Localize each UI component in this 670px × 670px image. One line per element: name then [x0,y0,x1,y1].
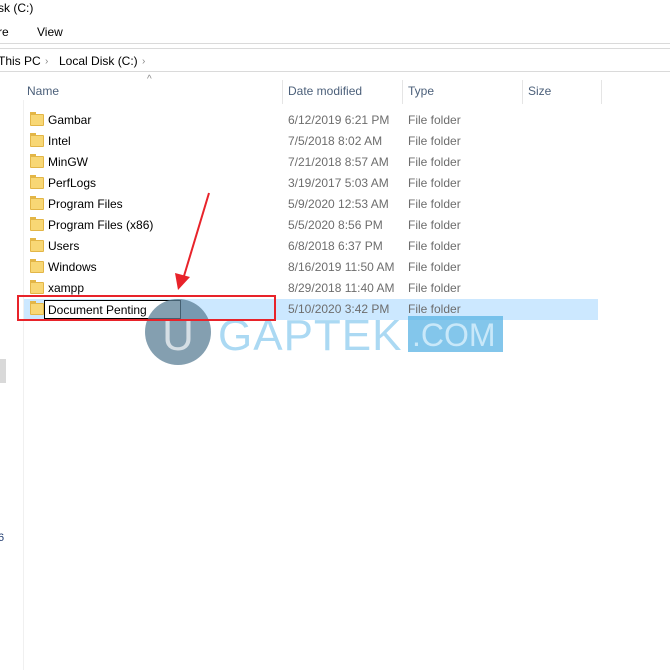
column-divider[interactable] [522,80,523,104]
file-name: xampp [48,281,85,295]
file-type: File folder [408,218,461,232]
annotation-layer: U GAPTEK .COM [17,192,503,365]
ribbon-tab-view[interactable]: View [37,25,63,39]
watermark-com: .COM [412,317,496,353]
file-date: 6/8/2018 6:37 PM [288,239,383,253]
file-name: Intel [48,134,71,148]
file-row[interactable]: Gambar 6/12/2019 6:21 PM File folder [24,110,598,131]
divider [0,48,670,49]
file-type: File folder [408,113,461,127]
watermark-com-box [408,316,503,352]
file-date: 8/29/2018 11:40 AM [288,281,395,295]
window-title: sk (C:) [0,1,34,15]
file-type: File folder [408,176,461,190]
chevron-right-icon[interactable]: › [142,56,145,67]
file-row[interactable]: Document Penting 5/10/2020 3:42 PM File fo… [24,299,598,320]
file-date: 3/19/2017 5:03 AM [288,176,389,190]
column-divider[interactable] [601,80,602,104]
file-date: 5/5/2020 8:56 PM [288,218,383,232]
file-type: File folder [408,155,461,169]
divider [0,43,670,44]
column-header-name[interactable]: Name [27,84,59,98]
rename-input[interactable]: Document Penting [44,300,181,319]
file-date: 7/5/2018 8:02 AM [288,134,383,148]
folder-icon [30,175,44,189]
file-type: File folder [408,260,461,274]
folder-icon [30,301,44,315]
sort-ascending-icon: ^ [147,74,152,85]
folder-icon [30,259,44,273]
file-name: PerfLogs [48,176,97,190]
file-date: 8/16/2019 11:50 AM [288,260,395,274]
column-header-type[interactable]: Type [408,84,434,98]
file-type: File folder [408,134,461,148]
chevron-right-icon[interactable]: › [45,56,48,67]
nav-pane-fragment: 6 [0,532,5,544]
folder-icon [30,133,44,147]
file-row[interactable]: Program Files (x86) 5/5/2020 8:56 PM File … [24,215,598,236]
folder-icon [30,196,44,210]
file-name: Program Files [48,197,123,211]
file-row[interactable]: Program Files 5/9/2020 12:53 AM File folde… [24,194,598,215]
file-date: 7/21/2018 8:57 AM [288,155,389,169]
breadcrumb-local-disk[interactable]: Local Disk (C:) [59,54,138,68]
file-type: File folder [408,197,461,211]
column-divider[interactable] [402,80,403,104]
column-header-date[interactable]: Date modified [288,84,362,98]
navigation-pane[interactable] [0,100,24,670]
file-row[interactable]: Windows 8/16/2019 11:50 AM File folder [24,257,598,278]
file-row[interactable]: Intel 7/5/2018 8:02 AM File folder [24,131,598,152]
file-name: Program Files (x86) [48,218,154,232]
folder-icon [30,238,44,252]
file-row[interactable]: PerfLogs 3/19/2017 5:03 AM File folder [24,173,598,194]
column-header-size[interactable]: Size [528,84,551,98]
file-row[interactable]: Users 6/8/2018 6:37 PM File folder [24,236,598,257]
file-date: 5/10/2020 3:42 PM [288,302,390,316]
folder-icon [30,280,44,294]
folder-icon [30,154,44,168]
nav-pane-scroll-thumb[interactable] [0,359,6,383]
file-name: Gambar [48,113,92,127]
breadcrumb-this-pc[interactable]: This PC [0,54,41,68]
file-name: MinGW [48,155,88,169]
folder-icon [30,112,44,126]
file-row[interactable]: MinGW 7/21/2018 8:57 AM File folder [24,152,598,173]
ribbon-tab-share[interactable]: re [0,25,9,39]
file-row[interactable]: xampp 8/29/2018 11:40 AM File folder [24,278,598,299]
file-name: Users [48,239,80,253]
file-type: File folder [408,239,461,253]
file-type: File folder [408,281,461,295]
column-divider[interactable] [282,80,283,104]
file-date: 6/12/2019 6:21 PM [288,113,390,127]
divider [0,71,670,72]
file-date: 5/9/2020 12:53 AM [288,197,389,211]
file-name: Windows [48,260,97,274]
file-type: File folder [408,302,461,316]
folder-icon [30,217,44,231]
